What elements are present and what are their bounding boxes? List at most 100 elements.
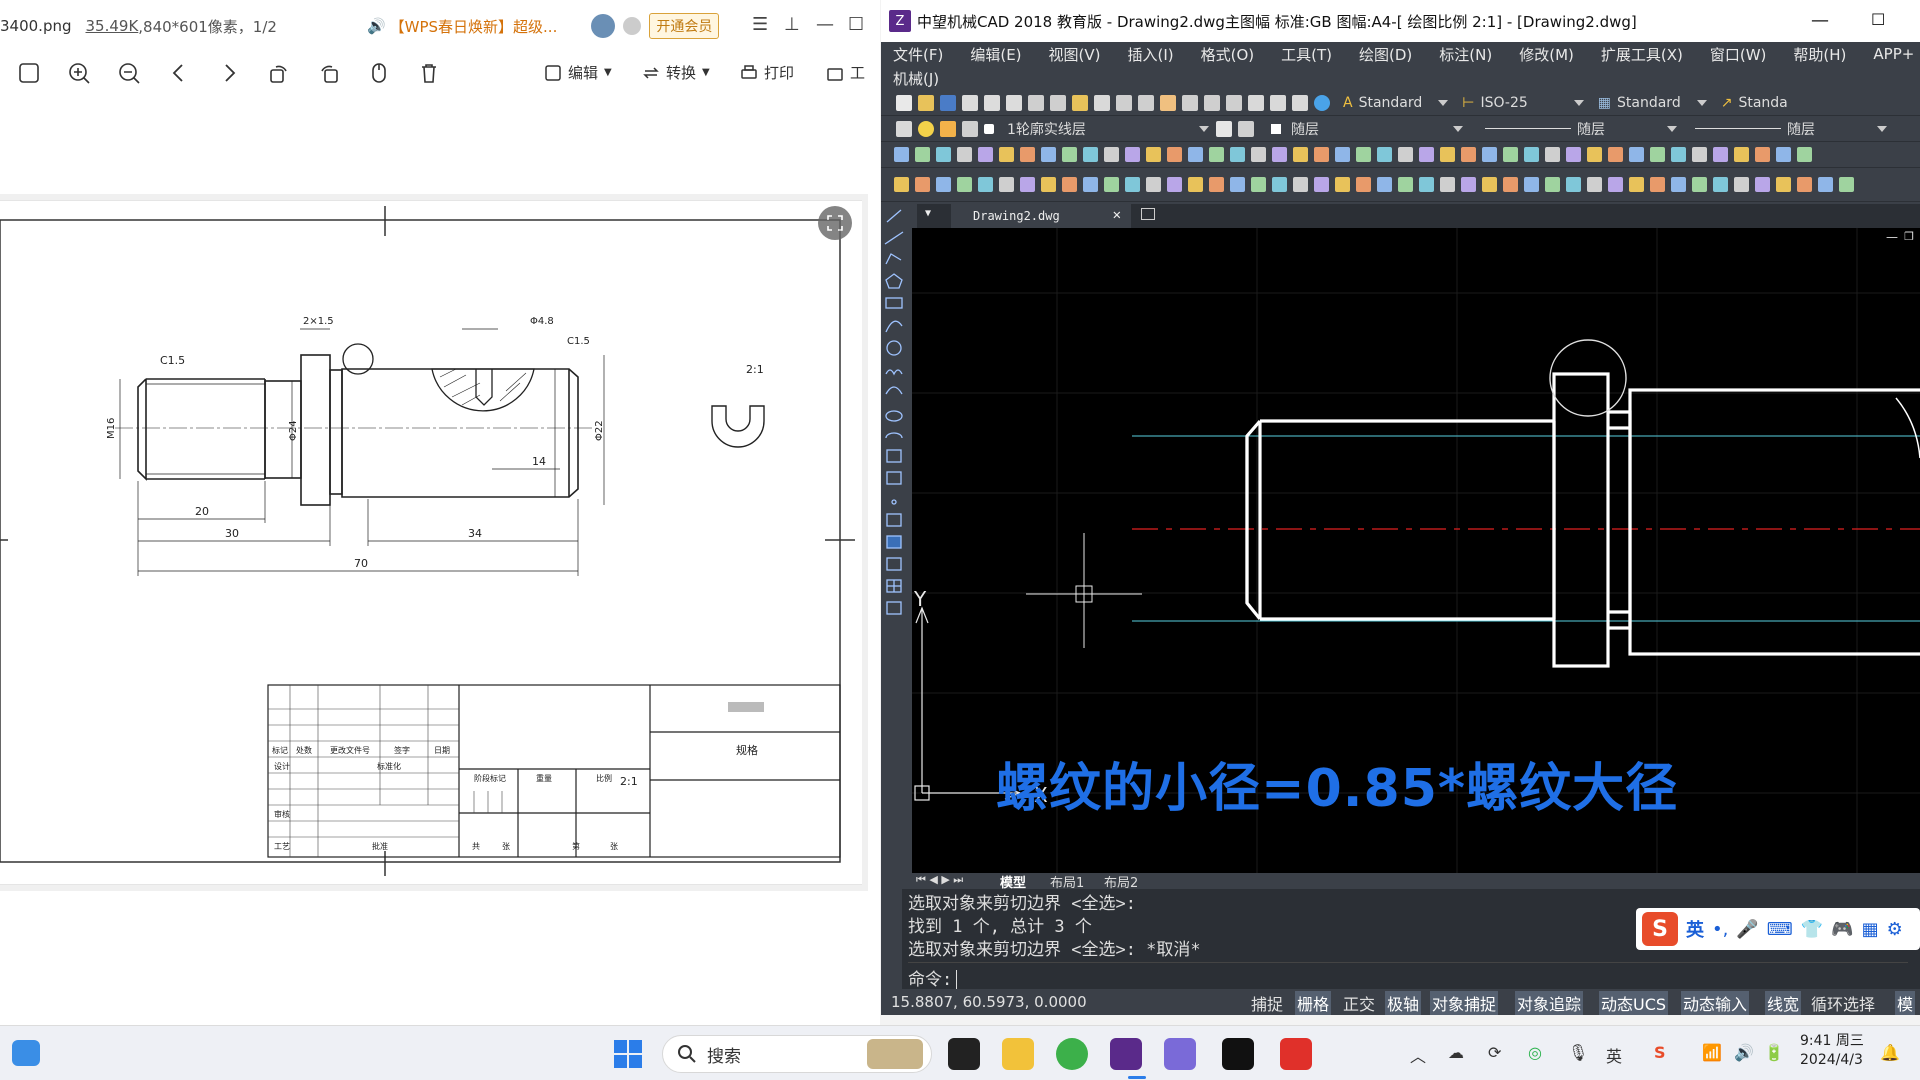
mechanical-tool-icon[interactable]: [1776, 147, 1791, 162]
mechanical-tool-icon[interactable]: [1524, 147, 1539, 162]
mechanical-tool-icon[interactable]: [1776, 177, 1791, 192]
mechanical-tool-icon[interactable]: [1566, 147, 1581, 162]
copy-icon[interactable]: [1050, 94, 1066, 111]
layer-previous-icon[interactable]: [1238, 120, 1254, 137]
ime-settings-icon[interactable]: ⚙: [1887, 919, 1903, 940]
rotate-left-icon[interactable]: [266, 60, 292, 86]
file-explorer-icon[interactable]: [1002, 1038, 1034, 1070]
text-style-select[interactable]: A Standard: [1339, 92, 1453, 113]
mechanical-tool-icon[interactable]: [978, 147, 993, 162]
mechanical-tool-icon[interactable]: [1587, 147, 1602, 162]
save-icon[interactable]: [940, 94, 956, 111]
volume-icon[interactable]: 🔊: [1734, 1043, 1754, 1062]
mechanical-tool-icon[interactable]: [999, 177, 1014, 192]
status-model[interactable]: 模: [1895, 991, 1916, 1015]
menu-window[interactable]: 窗口(W): [1710, 44, 1767, 65]
mechanical-tool-icon[interactable]: [894, 147, 909, 162]
fullscreen-icon[interactable]: [818, 206, 852, 240]
mechanical-tool-icon[interactable]: [1629, 147, 1644, 162]
mechanical-tool-icon[interactable]: [1020, 147, 1035, 162]
menu-edit[interactable]: 编辑(E): [970, 44, 1021, 65]
battery-icon[interactable]: 🔋: [1764, 1043, 1784, 1062]
mechanical-tool-icon[interactable]: [1692, 147, 1707, 162]
linetype-select[interactable]: 随层: [1481, 118, 1681, 139]
preview-icon[interactable]: [984, 94, 1000, 111]
make-current-layer-icon[interactable]: [1216, 120, 1232, 137]
mouse-icon[interactable]: [366, 60, 392, 86]
mechanical-tool-icon[interactable]: [1713, 177, 1728, 192]
widgets-icon[interactable]: [12, 1040, 40, 1066]
mechanical-tool-icon[interactable]: [999, 147, 1014, 162]
menu-insert[interactable]: 插入(I): [1128, 44, 1174, 65]
mechanical-tool-icon[interactable]: [1293, 147, 1308, 162]
mechanical-tool-icon[interactable]: [1608, 177, 1623, 192]
status-snap[interactable]: 捕捉: [1251, 991, 1283, 1015]
maximize-icon[interactable]: ☐: [1871, 10, 1885, 29]
mechanical-tool-icon[interactable]: [1377, 177, 1392, 192]
mechanical-tool-icon[interactable]: [915, 177, 930, 192]
tool-palette-icon[interactable]: [1292, 94, 1308, 111]
mechanical-tool-icon[interactable]: [1734, 147, 1749, 162]
mechanical-tool-icon[interactable]: [1146, 177, 1161, 192]
mechanical-tool-icon[interactable]: [1398, 177, 1413, 192]
mechanical-tool-icon[interactable]: [1209, 177, 1224, 192]
mechanical-tool-icon[interactable]: [1419, 147, 1434, 162]
mechanical-tool-icon[interactable]: [957, 147, 972, 162]
menu-file[interactable]: 文件(F): [893, 44, 943, 65]
viewport-minimize-icon[interactable]: —: [1886, 230, 1898, 244]
mechanical-tool-icon[interactable]: [1629, 177, 1644, 192]
menu-dimension[interactable]: 标注(N): [1439, 44, 1492, 65]
mechanical-tool-icon[interactable]: [1125, 177, 1140, 192]
mechanical-tool-icon[interactable]: [1209, 147, 1224, 162]
mechanical-tool-icon[interactable]: [1461, 177, 1476, 192]
mechanical-tool-icon[interactable]: [1020, 177, 1035, 192]
command-input[interactable]: 命令:: [908, 962, 1908, 990]
mechanical-tool-icon[interactable]: [1062, 177, 1077, 192]
mechanical-tool-icon[interactable]: [1734, 177, 1749, 192]
punctuation-icon[interactable]: •,: [1712, 919, 1728, 940]
mechanical-tool-icon[interactable]: [1461, 147, 1476, 162]
game-icon[interactable]: 🎮: [1831, 919, 1853, 940]
mechanical-tool-icon[interactable]: [1818, 177, 1833, 192]
mechanical-tool-icon[interactable]: [1188, 147, 1203, 162]
mechanical-tool-icon[interactable]: [1650, 147, 1665, 162]
mechanical-tool-icon[interactable]: [1104, 147, 1119, 162]
status-cycle-select[interactable]: 循环选择: [1811, 991, 1875, 1015]
tools-button[interactable]: 工: [826, 62, 865, 83]
mechanical-tool-icon[interactable]: [915, 147, 930, 162]
mechanical-tool-icon[interactable]: [1293, 177, 1308, 192]
mechanical-tool-icon[interactable]: [1230, 177, 1245, 192]
menu-extend-tools[interactable]: 扩展工具(X): [1601, 44, 1683, 65]
mechanical-tool-icon[interactable]: [1692, 177, 1707, 192]
menu-tools[interactable]: 工具(T): [1281, 44, 1332, 65]
next-icon[interactable]: [216, 60, 242, 86]
mechanical-tool-icon[interactable]: [1335, 147, 1350, 162]
mechanical-tool-icon[interactable]: [1398, 147, 1413, 162]
settings-icon[interactable]: [623, 17, 642, 35]
mechanical-tool-icon[interactable]: [1251, 177, 1266, 192]
pan-icon[interactable]: [1160, 94, 1176, 111]
mechanical-tool-icon[interactable]: [1230, 147, 1245, 162]
mechanical-tool-icon[interactable]: [936, 147, 951, 162]
convert-button[interactable]: 转换 ▼: [642, 62, 710, 83]
vip-button[interactable]: 开通会员: [649, 13, 720, 39]
tab-list-icon[interactable]: ▼: [925, 208, 931, 219]
tray-360-icon[interactable]: ◎: [1528, 1043, 1542, 1062]
layer-on-icon[interactable]: [918, 120, 934, 137]
tray-sogou-icon[interactable]: S: [1654, 1043, 1666, 1062]
status-polar[interactable]: 极轴: [1385, 991, 1422, 1015]
status-lweight[interactable]: 线宽: [1765, 991, 1802, 1015]
mechanical-tool-icon[interactable]: [1377, 147, 1392, 162]
redo-icon[interactable]: [1138, 94, 1154, 111]
fit-screen-icon[interactable]: [16, 60, 42, 86]
mechanical-tool-icon[interactable]: [1083, 147, 1098, 162]
mechanical-tool-icon[interactable]: [957, 177, 972, 192]
paste-icon[interactable]: [1072, 94, 1088, 111]
design-center-icon[interactable]: [1270, 94, 1286, 111]
layer-freeze-icon[interactable]: [940, 120, 956, 137]
mechanical-tool-icon[interactable]: [1083, 177, 1098, 192]
table-style-select[interactable]: ▦ Standard: [1593, 92, 1711, 113]
minimize-icon[interactable]: —: [816, 14, 834, 35]
new-tab-icon[interactable]: [1141, 208, 1155, 220]
wps-promo-link[interactable]: 🔊 【WPS春日焕新】超级...: [367, 16, 557, 37]
